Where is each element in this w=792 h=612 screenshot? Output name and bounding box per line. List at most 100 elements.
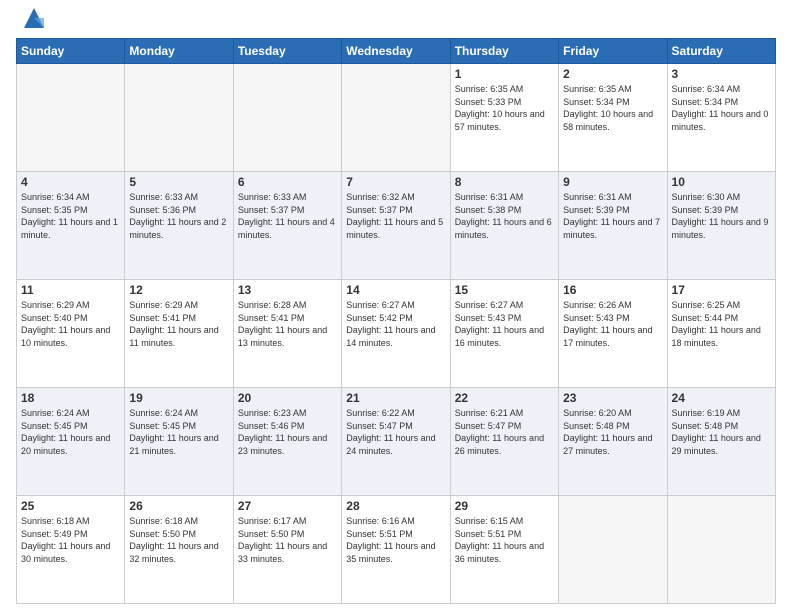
calendar-day-cell: 26Sunrise: 6:18 AMSunset: 5:50 PMDayligh… xyxy=(125,496,233,604)
day-info: Sunrise: 6:24 AMSunset: 5:45 PMDaylight:… xyxy=(21,408,110,456)
day-number: 23 xyxy=(563,391,662,405)
day-info: Sunrise: 6:32 AMSunset: 5:37 PMDaylight:… xyxy=(346,192,443,240)
day-info: Sunrise: 6:35 AMSunset: 5:34 PMDaylight:… xyxy=(563,84,653,132)
calendar-table: SundayMondayTuesdayWednesdayThursdayFrid… xyxy=(16,38,776,604)
calendar-day-cell: 3 Sunrise: 6:34 AMSunset: 5:34 PMDaylight… xyxy=(667,64,775,172)
calendar-week-row: 18 Sunrise: 6:24 AMSunset: 5:45 PMDayligh… xyxy=(17,388,776,496)
day-info: Sunrise: 6:31 AMSunset: 5:38 PMDaylight:… xyxy=(455,192,552,240)
day-number: 28 xyxy=(346,499,445,513)
calendar-week-row: 4 Sunrise: 6:34 AMSunset: 5:35 PMDaylight… xyxy=(17,172,776,280)
logo xyxy=(16,12,48,32)
day-info: Sunrise: 6:35 AMSunset: 5:33 PMDaylight:… xyxy=(455,84,545,132)
day-number: 9 xyxy=(563,175,662,189)
calendar-day-cell: 11 Sunrise: 6:29 AMSunset: 5:40 PMDayligh… xyxy=(17,280,125,388)
calendar-day-header: Sunday xyxy=(17,39,125,64)
day-number: 2 xyxy=(563,67,662,81)
calendar-day-cell: 15 Sunrise: 6:27 AMSunset: 5:43 PMDayligh… xyxy=(450,280,558,388)
day-number: 26 xyxy=(129,499,228,513)
page: SundayMondayTuesdayWednesdayThursdayFrid… xyxy=(0,0,792,612)
day-number: 16 xyxy=(563,283,662,297)
day-info: Sunrise: 6:17 AMSunset: 5:50 PMDaylight:… xyxy=(238,516,327,564)
calendar-day-cell: 18 Sunrise: 6:24 AMSunset: 5:45 PMDayligh… xyxy=(17,388,125,496)
calendar-day-cell: 20 Sunrise: 6:23 AMSunset: 5:46 PMDayligh… xyxy=(233,388,341,496)
calendar-day-header: Tuesday xyxy=(233,39,341,64)
day-number: 21 xyxy=(346,391,445,405)
day-info: Sunrise: 6:25 AMSunset: 5:44 PMDaylight:… xyxy=(672,300,761,348)
day-info: Sunrise: 6:18 AMSunset: 5:49 PMDaylight:… xyxy=(21,516,110,564)
calendar-day-cell xyxy=(667,496,775,604)
day-info: Sunrise: 6:30 AMSunset: 5:39 PMDaylight:… xyxy=(672,192,769,240)
calendar-day-cell xyxy=(125,64,233,172)
calendar-day-cell: 5Sunrise: 6:33 AMSunset: 5:36 PMDaylight… xyxy=(125,172,233,280)
calendar-day-header: Saturday xyxy=(667,39,775,64)
calendar-day-cell xyxy=(559,496,667,604)
day-info: Sunrise: 6:34 AMSunset: 5:35 PMDaylight:… xyxy=(21,192,118,240)
calendar-week-row: 25 Sunrise: 6:18 AMSunset: 5:49 PMDayligh… xyxy=(17,496,776,604)
day-number: 25 xyxy=(21,499,120,513)
day-number: 11 xyxy=(21,283,120,297)
day-info: Sunrise: 6:19 AMSunset: 5:48 PMDaylight:… xyxy=(672,408,761,456)
day-number: 18 xyxy=(21,391,120,405)
day-info: Sunrise: 6:23 AMSunset: 5:46 PMDaylight:… xyxy=(238,408,327,456)
day-number: 13 xyxy=(238,283,337,297)
day-number: 15 xyxy=(455,283,554,297)
calendar-day-cell: 17 Sunrise: 6:25 AMSunset: 5:44 PMDayligh… xyxy=(667,280,775,388)
calendar-day-cell: 2 Sunrise: 6:35 AMSunset: 5:34 PMDaylight… xyxy=(559,64,667,172)
calendar-day-cell: 7 Sunrise: 6:32 AMSunset: 5:37 PMDaylight… xyxy=(342,172,450,280)
day-info: Sunrise: 6:22 AMSunset: 5:47 PMDaylight:… xyxy=(346,408,435,456)
calendar-day-header: Wednesday xyxy=(342,39,450,64)
calendar-day-cell: 24 Sunrise: 6:19 AMSunset: 5:48 PMDayligh… xyxy=(667,388,775,496)
day-number: 4 xyxy=(21,175,120,189)
day-number: 10 xyxy=(672,175,771,189)
day-number: 20 xyxy=(238,391,337,405)
logo-icon xyxy=(20,4,48,32)
day-number: 29 xyxy=(455,499,554,513)
calendar-day-header: Thursday xyxy=(450,39,558,64)
day-info: Sunrise: 6:33 AMSunset: 5:37 PMDaylight:… xyxy=(238,192,335,240)
header xyxy=(16,12,776,32)
calendar-day-cell: 14 Sunrise: 6:27 AMSunset: 5:42 PMDayligh… xyxy=(342,280,450,388)
day-info: Sunrise: 6:29 AMSunset: 5:41 PMDaylight:… xyxy=(129,300,218,348)
day-info: Sunrise: 6:34 AMSunset: 5:34 PMDaylight:… xyxy=(672,84,769,132)
day-info: Sunrise: 6:15 AMSunset: 5:51 PMDaylight:… xyxy=(455,516,544,564)
day-number: 7 xyxy=(346,175,445,189)
calendar-day-cell: 27 Sunrise: 6:17 AMSunset: 5:50 PMDayligh… xyxy=(233,496,341,604)
day-info: Sunrise: 6:28 AMSunset: 5:41 PMDaylight:… xyxy=(238,300,327,348)
day-info: Sunrise: 6:26 AMSunset: 5:43 PMDaylight:… xyxy=(563,300,652,348)
calendar-day-header: Monday xyxy=(125,39,233,64)
day-number: 3 xyxy=(672,67,771,81)
calendar-week-row: 1Sunrise: 6:35 AMSunset: 5:33 PMDaylight… xyxy=(17,64,776,172)
calendar-day-cell: 4 Sunrise: 6:34 AMSunset: 5:35 PMDaylight… xyxy=(17,172,125,280)
day-info: Sunrise: 6:20 AMSunset: 5:48 PMDaylight:… xyxy=(563,408,652,456)
calendar-day-cell: 25 Sunrise: 6:18 AMSunset: 5:49 PMDayligh… xyxy=(17,496,125,604)
day-info: Sunrise: 6:27 AMSunset: 5:42 PMDaylight:… xyxy=(346,300,435,348)
day-number: 14 xyxy=(346,283,445,297)
calendar-header-row: SundayMondayTuesdayWednesdayThursdayFrid… xyxy=(17,39,776,64)
day-number: 17 xyxy=(672,283,771,297)
day-number: 27 xyxy=(238,499,337,513)
day-info: Sunrise: 6:24 AMSunset: 5:45 PMDaylight:… xyxy=(129,408,218,456)
calendar-day-cell: 10 Sunrise: 6:30 AMSunset: 5:39 PMDayligh… xyxy=(667,172,775,280)
day-info: Sunrise: 6:27 AMSunset: 5:43 PMDaylight:… xyxy=(455,300,544,348)
calendar-day-cell: 21 Sunrise: 6:22 AMSunset: 5:47 PMDayligh… xyxy=(342,388,450,496)
calendar-day-cell: 13 Sunrise: 6:28 AMSunset: 5:41 PMDayligh… xyxy=(233,280,341,388)
day-number: 12 xyxy=(129,283,228,297)
calendar-day-cell xyxy=(233,64,341,172)
day-number: 19 xyxy=(129,391,228,405)
calendar-week-row: 11 Sunrise: 6:29 AMSunset: 5:40 PMDayligh… xyxy=(17,280,776,388)
calendar-day-cell: 12 Sunrise: 6:29 AMSunset: 5:41 PMDayligh… xyxy=(125,280,233,388)
calendar-day-cell: 23 Sunrise: 6:20 AMSunset: 5:48 PMDayligh… xyxy=(559,388,667,496)
calendar-day-cell: 6 Sunrise: 6:33 AMSunset: 5:37 PMDaylight… xyxy=(233,172,341,280)
day-info: Sunrise: 6:21 AMSunset: 5:47 PMDaylight:… xyxy=(455,408,544,456)
day-number: 6 xyxy=(238,175,337,189)
calendar-day-cell: 1Sunrise: 6:35 AMSunset: 5:33 PMDaylight… xyxy=(450,64,558,172)
day-number: 8 xyxy=(455,175,554,189)
calendar-day-cell: 8 Sunrise: 6:31 AMSunset: 5:38 PMDaylight… xyxy=(450,172,558,280)
day-number: 22 xyxy=(455,391,554,405)
calendar-day-cell: 29 Sunrise: 6:15 AMSunset: 5:51 PMDayligh… xyxy=(450,496,558,604)
calendar-day-cell: 16 Sunrise: 6:26 AMSunset: 5:43 PMDayligh… xyxy=(559,280,667,388)
calendar-day-cell: 9Sunrise: 6:31 AMSunset: 5:39 PMDaylight… xyxy=(559,172,667,280)
day-info: Sunrise: 6:29 AMSunset: 5:40 PMDaylight:… xyxy=(21,300,110,348)
day-number: 24 xyxy=(672,391,771,405)
calendar-day-cell: 22 Sunrise: 6:21 AMSunset: 5:47 PMDayligh… xyxy=(450,388,558,496)
